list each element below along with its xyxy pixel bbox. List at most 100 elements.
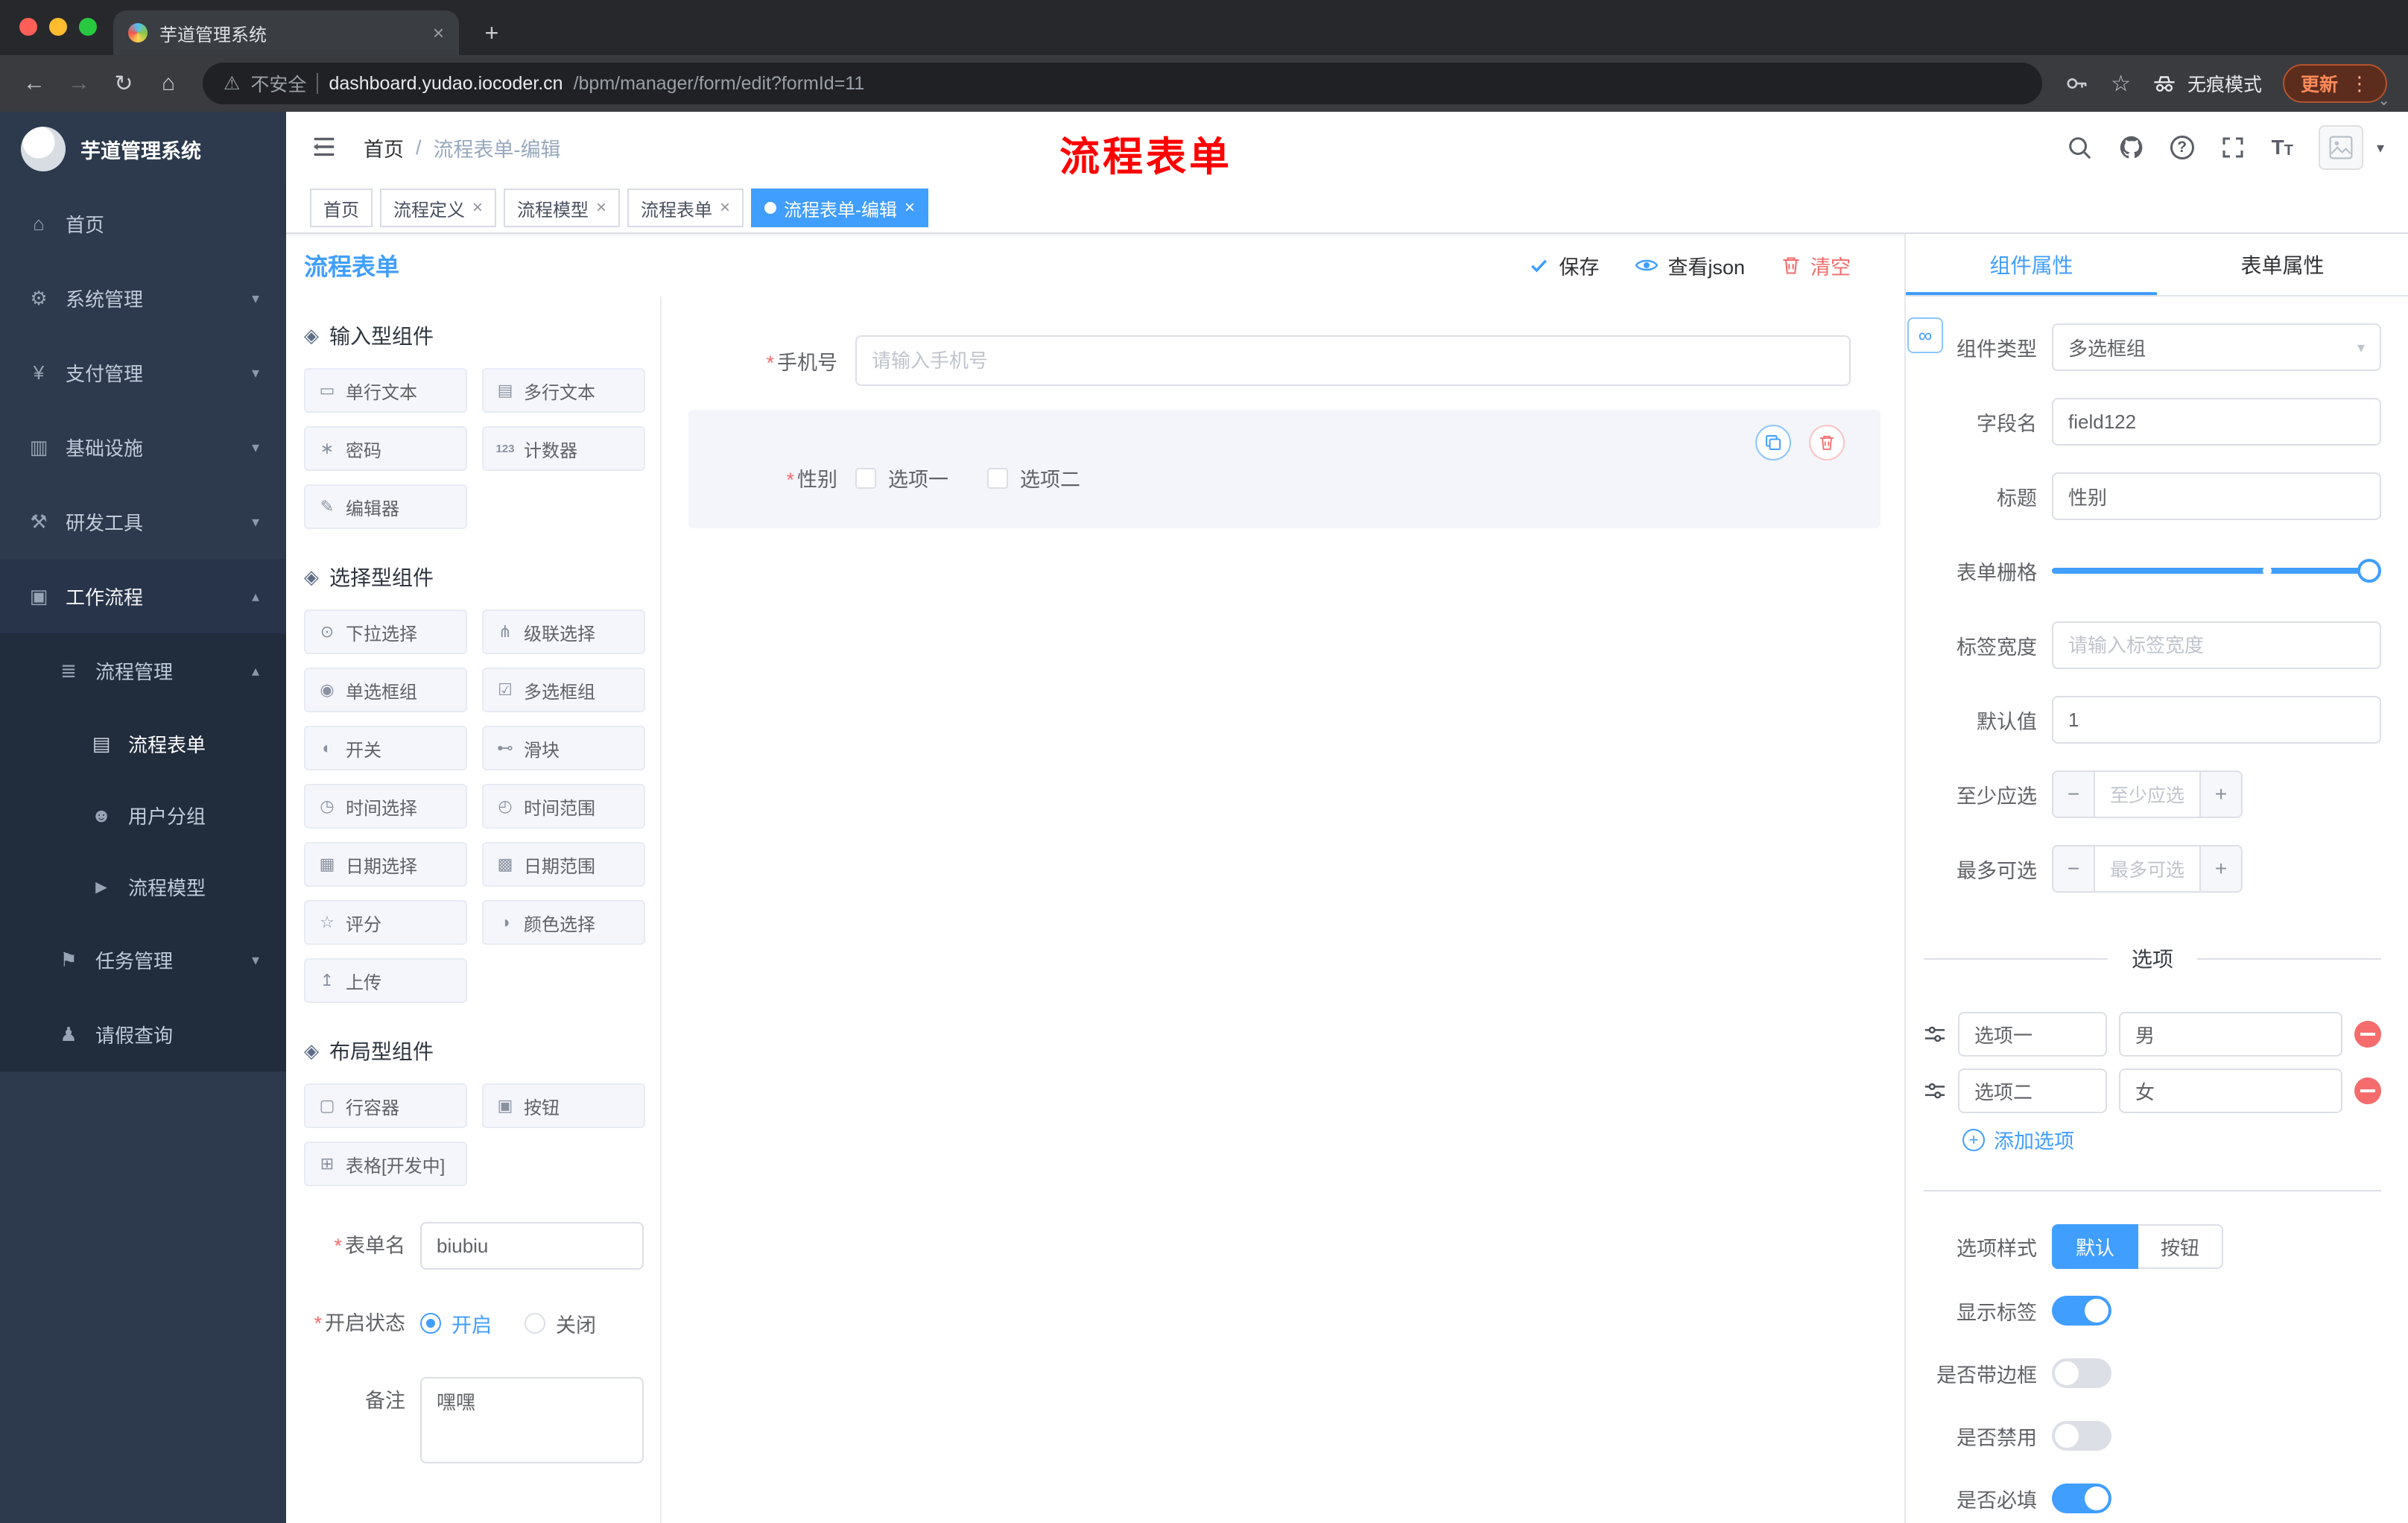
- remove-option-button[interactable]: [2354, 1077, 2381, 1104]
- status-on-radio[interactable]: 开启: [420, 1309, 492, 1338]
- style-button-button[interactable]: 按钮: [2138, 1224, 2224, 1269]
- phone-input[interactable]: [855, 335, 1851, 386]
- status-off-radio[interactable]: 关闭: [525, 1309, 596, 1338]
- palette-item[interactable]: ◴ 时间范围: [482, 784, 645, 829]
- option-value-input[interactable]: [2119, 1068, 2342, 1113]
- avatar-caret-icon[interactable]: ▾: [2377, 139, 2384, 157]
- drag-handle-icon[interactable]: [1924, 1023, 1946, 1045]
- palette-item[interactable]: ∗ 密码: [304, 426, 467, 471]
- sidebar-item-leave-query[interactable]: ♟ 请假查询: [0, 997, 286, 1071]
- reload-button[interactable]: ↻: [104, 64, 143, 103]
- sidebar-item-home[interactable]: ⌂ 首页: [0, 186, 286, 261]
- checkbox-option-2[interactable]: 选项二: [987, 463, 1080, 493]
- option-value-input[interactable]: [2119, 1012, 2342, 1057]
- sidebar-item-workflow[interactable]: ▣ 工作流程 ▴: [0, 559, 286, 633]
- tab-close-icon[interactable]: ×: [433, 22, 444, 45]
- add-option-button[interactable]: + 添加选项: [1962, 1125, 2381, 1154]
- field-name-input[interactable]: [2052, 398, 2381, 446]
- sidebar-item-system[interactable]: ⚙ 系统管理 ▾: [0, 261, 286, 335]
- breadcrumb-home[interactable]: 首页: [364, 133, 404, 162]
- palette-item[interactable]: 123 计数器: [482, 426, 645, 471]
- sidebar-item-user-group[interactable]: ☻ 用户分组: [0, 779, 286, 851]
- option-label-input[interactable]: [1958, 1068, 2107, 1113]
- palette-item[interactable]: ◑ 颜色选择: [482, 900, 645, 945]
- palette-item[interactable]: ✎ 编辑器: [304, 484, 467, 529]
- palette-item[interactable]: ⊙ 下拉选择: [304, 609, 467, 654]
- decrease-button[interactable]: −: [2053, 772, 2095, 817]
- search-icon[interactable]: [2066, 134, 2093, 161]
- font-size-icon[interactable]: TT: [2272, 136, 2293, 159]
- zoom-window-button[interactable]: [79, 18, 97, 36]
- view-json-button[interactable]: 查看json: [1635, 251, 1745, 280]
- tab-process-model[interactable]: 流程模型 ×: [504, 189, 621, 227]
- github-icon[interactable]: [2118, 134, 2145, 161]
- decrease-button[interactable]: −: [2053, 846, 2095, 891]
- close-icon[interactable]: ×: [720, 197, 730, 218]
- palette-item[interactable]: ⊞ 表格[开发中]: [304, 1142, 467, 1186]
- palette-item[interactable]: ▦ 日期选择: [304, 842, 467, 887]
- palette-item[interactable]: ▣ 按钮: [482, 1083, 645, 1128]
- style-default-button[interactable]: 默认: [2052, 1224, 2139, 1269]
- slider-handle[interactable]: [2357, 559, 2381, 583]
- palette-item[interactable]: ◷ 时间选择: [304, 784, 467, 829]
- palette-item[interactable]: ☑ 多选框组: [482, 668, 645, 712]
- phone-field[interactable]: * 手机号: [688, 335, 1881, 386]
- palette-item[interactable]: ▢ 行容器: [304, 1083, 467, 1128]
- update-button[interactable]: 更新 ⋮: [2282, 64, 2387, 103]
- max-select-value[interactable]: 最多可选: [2095, 846, 2199, 891]
- forward-button[interactable]: →: [60, 64, 98, 103]
- min-select-value[interactable]: 至少应选: [2095, 772, 2199, 817]
- palette-item[interactable]: ⊷ 滑块: [482, 726, 645, 770]
- tab-component-props[interactable]: 组件属性: [1906, 234, 2157, 295]
- close-icon[interactable]: ×: [472, 197, 483, 218]
- sidebar-item-process-management[interactable]: ≣ 流程管理 ▴: [0, 633, 286, 708]
- increase-button[interactable]: +: [2199, 772, 2241, 817]
- key-icon[interactable]: [2063, 70, 2090, 97]
- security-label[interactable]: 不安全: [250, 70, 306, 97]
- checkbox-option-1[interactable]: 选项一: [855, 463, 948, 493]
- required-switch[interactable]: [2052, 1484, 2111, 1513]
- sidebar-item-infrastructure[interactable]: ▥ 基础设施 ▾: [0, 410, 286, 484]
- copy-button[interactable]: [1755, 425, 1791, 460]
- delete-button[interactable]: [1809, 425, 1845, 460]
- menu-collapse-button[interactable]: [310, 133, 340, 162]
- palette-item[interactable]: ▩ 日期范围: [482, 842, 645, 887]
- show-label-switch[interactable]: [2052, 1296, 2111, 1326]
- drag-handle-icon[interactable]: [1924, 1080, 1946, 1102]
- selected-component[interactable]: * 性别 选项一 选项二: [688, 410, 1881, 528]
- palette-item[interactable]: ☆ 评分: [304, 900, 467, 945]
- help-icon[interactable]: ?: [2170, 136, 2194, 159]
- palette-item[interactable]: ◉ 单选框组: [304, 668, 467, 712]
- clear-button[interactable]: 清空: [1781, 251, 1851, 280]
- close-icon[interactable]: ×: [904, 197, 915, 218]
- home-button[interactable]: ⌂: [149, 64, 188, 103]
- increase-button[interactable]: +: [2199, 846, 2241, 891]
- user-avatar[interactable]: [2318, 125, 2363, 170]
- tab-form-props[interactable]: 表单属性: [2157, 234, 2408, 295]
- back-button[interactable]: ←: [15, 64, 54, 103]
- link-icon[interactable]: ∞: [1907, 317, 1943, 353]
- sidebar-item-process-model[interactable]: ► 流程模型: [0, 851, 286, 922]
- close-icon[interactable]: ×: [596, 197, 606, 218]
- browser-caret-icon[interactable]: ⌄: [2377, 91, 2390, 110]
- palette-item[interactable]: ⋔ 级联选择: [482, 609, 645, 654]
- fullscreen-icon[interactable]: [2220, 134, 2246, 161]
- browser-tab[interactable]: 芋道管理系统 ×: [113, 10, 459, 55]
- form-name-input[interactable]: [420, 1222, 644, 1270]
- disabled-switch[interactable]: [2052, 1421, 2111, 1451]
- sidebar-logo[interactable]: 芋道管理系统: [0, 112, 286, 186]
- save-button[interactable]: 保存: [1529, 251, 1599, 280]
- tab-process-form-edit[interactable]: 流程表单-编辑 ×: [751, 189, 929, 227]
- palette-item[interactable]: ▤ 多行文本: [482, 368, 645, 413]
- tab-process-form[interactable]: 流程表单 ×: [627, 189, 744, 227]
- title-input[interactable]: [2052, 472, 2381, 520]
- sidebar-item-task-management[interactable]: ⚑ 任务管理 ▾: [0, 922, 286, 997]
- palette-item[interactable]: ◐ 开关: [304, 726, 467, 770]
- minimize-window-button[interactable]: [49, 18, 67, 36]
- form-remark-textarea[interactable]: 嘿嘿: [420, 1377, 644, 1463]
- label-width-input[interactable]: [2052, 621, 2381, 669]
- menu-kebab-icon[interactable]: ⋮: [2350, 72, 2369, 95]
- component-type-select[interactable]: 多选框组 ▾: [2052, 323, 2381, 371]
- new-tab-button[interactable]: +: [474, 15, 510, 51]
- close-window-button[interactable]: [19, 18, 37, 36]
